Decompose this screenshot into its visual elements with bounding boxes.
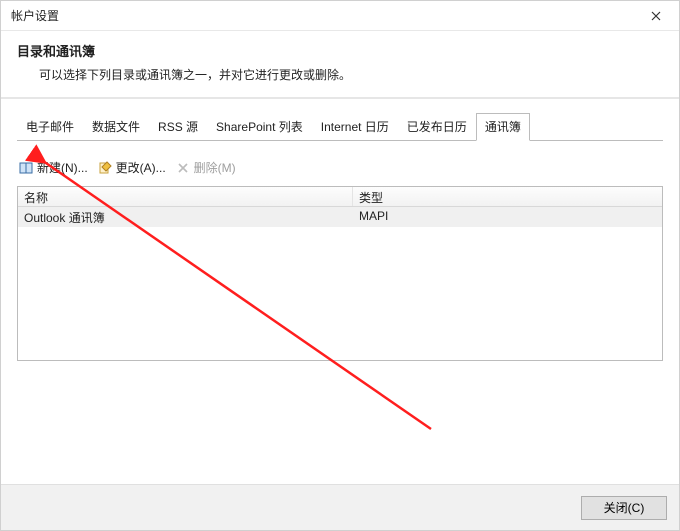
page-title: 目录和通讯簿 xyxy=(17,41,663,60)
tab-rss[interactable]: RSS 源 xyxy=(149,113,207,140)
address-book-table: 名称 类型 Outlook 通讯簿 MAPI xyxy=(17,186,663,361)
tab-email[interactable]: 电子邮件 xyxy=(17,113,83,140)
tab-address-book[interactable]: 通讯簿 xyxy=(476,113,530,141)
dialog-window: 帐户设置 目录和通讯簿 可以选择下列目录或通讯簿之一，并对它进行更改或删除。 电… xyxy=(0,0,680,531)
close-button[interactable]: 关闭(C) xyxy=(581,496,667,520)
titlebar: 帐户设置 xyxy=(1,1,679,31)
table-header: 名称 类型 xyxy=(18,187,662,207)
tab-published-calendar[interactable]: 已发布日历 xyxy=(398,113,476,140)
table-row[interactable]: Outlook 通讯簿 MAPI xyxy=(18,207,662,227)
delete-button-label: 删除(M) xyxy=(194,159,236,176)
edit-button-label: 更改(A)... xyxy=(116,159,166,176)
close-icon[interactable] xyxy=(641,1,671,31)
column-header-type[interactable]: 类型 xyxy=(353,187,662,206)
edit-icon xyxy=(98,161,112,175)
delete-button: 删除(M) xyxy=(174,157,238,178)
body-area: 电子邮件 数据文件 RSS 源 SharePoint 列表 Internet 日… xyxy=(1,99,679,484)
tab-data-files[interactable]: 数据文件 xyxy=(83,113,149,140)
cell-name: Outlook 通讯簿 xyxy=(18,207,353,227)
tab-strip: 电子邮件 数据文件 RSS 源 SharePoint 列表 Internet 日… xyxy=(17,113,663,141)
tab-internet-calendar[interactable]: Internet 日历 xyxy=(312,113,398,140)
dialog-footer: 关闭(C) xyxy=(1,484,679,530)
new-button[interactable]: 新建(N)... xyxy=(17,157,90,178)
book-icon xyxy=(19,161,33,175)
header-area: 目录和通讯簿 可以选择下列目录或通讯簿之一，并对它进行更改或删除。 xyxy=(1,31,679,99)
column-header-name[interactable]: 名称 xyxy=(18,187,353,206)
toolbar: 新建(N)... 更改(A)... 删除(M) xyxy=(17,157,663,178)
new-button-label: 新建(N)... xyxy=(37,159,88,176)
window-title: 帐户设置 xyxy=(11,7,641,24)
edit-button[interactable]: 更改(A)... xyxy=(96,157,168,178)
page-subtitle: 可以选择下列目录或通讯簿之一，并对它进行更改或删除。 xyxy=(17,66,663,83)
tab-sharepoint[interactable]: SharePoint 列表 xyxy=(207,113,312,140)
cell-type: MAPI xyxy=(353,207,662,227)
delete-icon xyxy=(176,161,190,175)
